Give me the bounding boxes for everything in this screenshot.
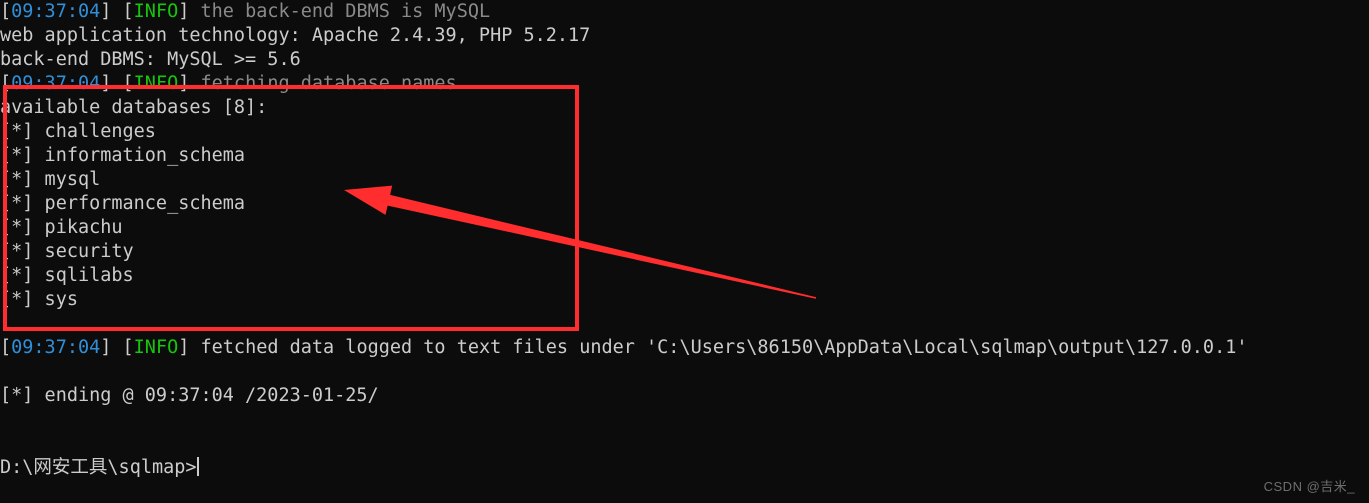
terminal-line: available databases [8]:	[0, 97, 268, 118]
log-level: INFO	[133, 1, 179, 22]
bracket: [	[0, 337, 12, 358]
terminal-window: [09:37:04] [INFO] the back-end DBMS is M…	[0, 0, 1369, 503]
terminal-line: [*] sys	[0, 289, 78, 310]
bracket: ] [	[100, 73, 134, 94]
terminal-line: back-end DBMS: MySQL >= 5.6	[0, 49, 301, 70]
bracket: ] [	[100, 1, 134, 22]
terminal-line: [09:37:04] [INFO] the back-end DBMS is M…	[0, 0, 1369, 24]
terminal-line: [*] performance_schema	[0, 193, 246, 214]
terminal-line: [*] mysql	[0, 169, 101, 190]
log-message: the back-end DBMS is MySQL	[200, 1, 491, 22]
bracket: ] [	[100, 337, 134, 358]
command-prompt-line[interactable]: D:\网安工具\sqlmap>	[0, 456, 1369, 480]
bracket: ]	[178, 1, 201, 22]
terminal-output[interactable]: [09:37:04] [INFO] the back-end DBMS is M…	[0, 0, 1369, 480]
log-timestamp: 09:37:04	[11, 1, 101, 22]
log-message: fetched data logged to text files under …	[200, 337, 1248, 358]
terminal-line: [09:37:04] [INFO] fetched data logged to…	[0, 336, 1369, 360]
bracket: [	[0, 73, 12, 94]
terminal-line: [*] security	[0, 241, 134, 262]
log-level: INFO	[133, 337, 179, 358]
bracket: ]	[178, 337, 201, 358]
log-timestamp: 09:37:04	[11, 337, 101, 358]
terminal-line: web application technology: Apache 2.4.3…	[0, 25, 591, 46]
terminal-line: [*] challenges	[0, 121, 156, 142]
log-message: fetching database names	[200, 73, 457, 94]
csdn-watermark: CSDN @吉米_	[1263, 479, 1355, 494]
terminal-line: [*] information_schema	[0, 145, 246, 166]
shell-prompt: D:\网安工具\sqlmap>	[0, 457, 197, 478]
terminal-line: [*] ending @ 09:37:04 /2023-01-25/	[0, 385, 379, 406]
terminal-line: [*] pikachu	[0, 217, 123, 238]
bracket: [	[0, 1, 12, 22]
bracket: ]	[178, 73, 201, 94]
terminal-line: [09:37:04] [INFO] fetching database name…	[0, 72, 1369, 96]
text-cursor	[196, 457, 199, 476]
log-level: INFO	[133, 73, 179, 94]
log-timestamp: 09:37:04	[11, 73, 101, 94]
terminal-line: [*] sqlilabs	[0, 265, 134, 286]
